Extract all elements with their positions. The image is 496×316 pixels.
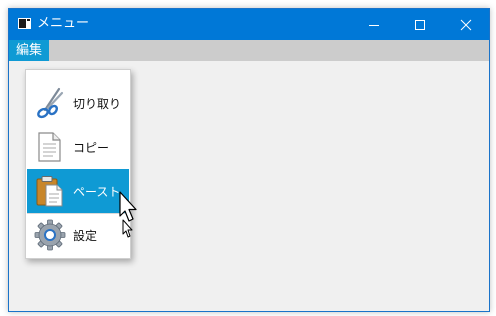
app-window-icon xyxy=(18,18,31,29)
menu-item-cut-label: 切り取り xyxy=(73,96,122,111)
minimize-button[interactable] xyxy=(351,9,397,40)
minimize-icon xyxy=(369,24,379,26)
mouse-pointer-icon xyxy=(119,191,137,238)
menu-bar: 編集 xyxy=(9,40,489,61)
document-icon xyxy=(38,132,61,162)
title-bar[interactable]: メニュー xyxy=(9,9,489,40)
menu-edit[interactable]: 編集 xyxy=(9,40,50,61)
gear-icon xyxy=(34,219,66,251)
window-title: メニュー xyxy=(37,16,90,31)
clipboard-icon xyxy=(36,176,63,207)
menu-item-copy[interactable]: コピー xyxy=(27,125,129,169)
maximize-button[interactable] xyxy=(397,9,443,40)
menu-item-cut[interactable]: 切り取り xyxy=(27,81,129,125)
maximize-icon xyxy=(415,19,425,30)
scissors-icon xyxy=(37,87,64,119)
close-button[interactable] xyxy=(443,9,489,40)
menu-item-settings-label: 設定 xyxy=(73,228,98,243)
menu-item-copy-label: コピー xyxy=(73,140,110,155)
close-icon xyxy=(460,19,472,30)
